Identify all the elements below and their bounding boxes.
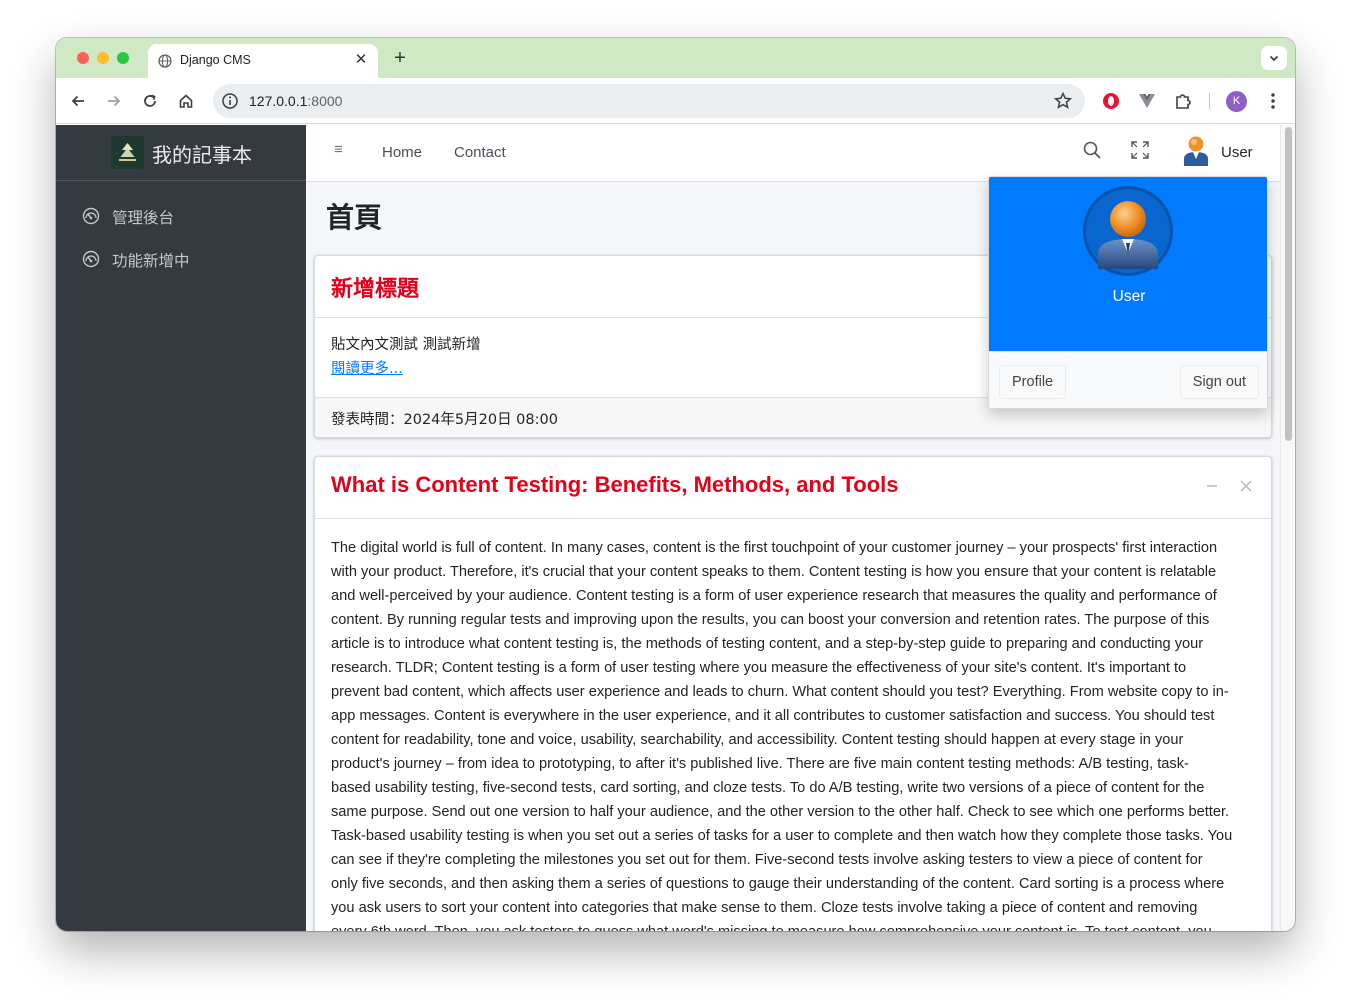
top-navbar: ≡ Home Contact User: [306, 125, 1280, 182]
page-viewport: 我的記事本 管理後台 功能新增中 ≡ Home Contact User 首頁: [56, 125, 1295, 931]
extensions-puzzle-icon[interactable]: [1173, 91, 1193, 111]
url-text[interactable]: 127.0.0.1:8000: [249, 93, 342, 109]
toolbar-separator: [1209, 93, 1210, 109]
arrow-right-icon: [108, 95, 121, 107]
profile-button[interactable]: Profile: [999, 365, 1067, 399]
sidebar-item-new-features[interactable]: 功能新增中: [72, 241, 292, 277]
back-button[interactable]: [66, 89, 90, 113]
browser-toolbar: 127.0.0.1:8000 K: [56, 78, 1295, 124]
gauge-icon: [82, 250, 100, 268]
info-icon[interactable]: [221, 92, 239, 110]
nav-link-home[interactable]: Home: [382, 144, 422, 161]
dropdown-user-name: User: [1112, 288, 1146, 305]
article-line: research. TLDR; Content testing is a for…: [331, 660, 1187, 676]
browser-window: Django CMS ✕ + 127.0.0.1:8000 K 我的記事本 管理…: [56, 38, 1295, 931]
tab-search-button[interactable]: [1261, 46, 1287, 70]
opera-extension-icon[interactable]: [1101, 91, 1121, 111]
user-large-avatar: [1083, 186, 1173, 276]
sidebar-item-label: 管理後台: [112, 209, 175, 227]
article-line: app messages. Content is everywhere in t…: [331, 708, 1215, 724]
user-footer: Profile Sign out: [989, 351, 1267, 408]
vue-devtools-extension-icon[interactable]: [1137, 91, 1157, 111]
home-icon: [179, 94, 193, 108]
card-header: What is Content Testing: Benefits, Metho…: [315, 457, 1271, 519]
article-line: same purpose. Send out one version to ha…: [331, 804, 1230, 820]
card-title: What is Content Testing: Benefits, Metho…: [331, 472, 899, 497]
tab-title: Django CMS: [180, 53, 251, 67]
article-line: and well-perceived by your audience. Con…: [331, 588, 1217, 604]
article-line: only five seconds, and then asking them …: [331, 876, 1225, 892]
brand-link[interactable]: 我的記事本: [56, 125, 306, 181]
more-menu-icon[interactable]: [1263, 90, 1283, 112]
article-line: article is to introduce what content tes…: [331, 636, 1204, 652]
forward-button[interactable]: [102, 89, 126, 113]
reload-icon: [144, 94, 156, 107]
collapse-minus-icon[interactable]: [1203, 477, 1221, 495]
article-line: content for readability, tone and voice,…: [331, 732, 1184, 748]
minimize-window-button[interactable]: [97, 52, 109, 64]
tab-strip: Django CMS ✕ +: [56, 38, 1295, 78]
read-more-link[interactable]: 閱讀更多...: [331, 361, 403, 377]
user-avatar-icon[interactable]: [1182, 134, 1210, 166]
browser-tab[interactable]: Django CMS ✕: [148, 44, 378, 78]
sidebar: 我的記事本 管理後台 功能新增中: [56, 125, 306, 931]
user-dropdown-menu: User Profile Sign out: [988, 176, 1268, 409]
article-line: every 6th word. Then, you ask testers to…: [331, 920, 1256, 931]
close-window-button[interactable]: [77, 52, 89, 64]
article-line: prevent bad content, which affects user …: [331, 684, 1229, 700]
user-header: User: [989, 177, 1267, 351]
post-timestamp: 發表時間：2024年5月20日 08:00: [331, 412, 558, 428]
article-line: product's journey – from idea to prototy…: [331, 756, 1189, 772]
profile-avatar[interactable]: K: [1226, 91, 1247, 112]
fullscreen-icon[interactable]: [1130, 140, 1150, 160]
article-card: What is Content Testing: Benefits, Metho…: [314, 456, 1272, 931]
sidebar-item-label: 功能新增中: [112, 252, 190, 270]
search-icon[interactable]: [1082, 140, 1102, 160]
article-line: based usability testing, five-second tes…: [331, 780, 1205, 796]
gauge-icon: [82, 207, 100, 225]
article-line: Task-based usability testing is when you…: [331, 828, 1233, 844]
article-line: can see if they're completing the milest…: [331, 852, 1203, 868]
globe-icon: [158, 54, 172, 68]
nav-link-contact[interactable]: Contact: [454, 144, 506, 161]
brand-text: 我的記事本: [152, 143, 252, 167]
address-bar[interactable]: 127.0.0.1:8000: [213, 84, 1085, 118]
chevron-down-icon: [1269, 55, 1279, 62]
article-line: you ask users to sort your content into …: [331, 900, 1198, 916]
page-scrollbar[interactable]: [1280, 125, 1295, 931]
brand-logo: [111, 136, 144, 169]
article-line: content. By running regular tests and im…: [331, 612, 1210, 628]
sign-out-button[interactable]: Sign out: [1179, 365, 1259, 399]
home-button[interactable]: [174, 89, 198, 113]
new-tab-button[interactable]: +: [389, 47, 411, 69]
hamburger-menu-icon[interactable]: ≡: [334, 142, 350, 158]
card-title: 新增標題: [331, 277, 420, 302]
arrow-left-icon: [71, 95, 84, 107]
sidebar-item-admin[interactable]: 管理後台: [72, 198, 292, 234]
scrollbar-thumb[interactable]: [1285, 127, 1292, 441]
page-title: 首頁: [326, 201, 383, 234]
nav-user-name[interactable]: User: [1221, 144, 1253, 161]
reload-button[interactable]: [138, 89, 162, 113]
tab-close-icon[interactable]: ✕: [352, 51, 370, 69]
zoom-window-button[interactable]: [117, 52, 129, 64]
bookmark-star-icon[interactable]: [1053, 91, 1073, 111]
article-body: The digital world is full of content. In…: [331, 536, 1256, 931]
article-line: with your product. Therefore, it's cruci…: [331, 564, 1217, 580]
article-line: The digital world is full of content. In…: [331, 540, 1218, 556]
user-avatar-icon: [1098, 201, 1158, 269]
close-icon[interactable]: [1237, 477, 1255, 495]
